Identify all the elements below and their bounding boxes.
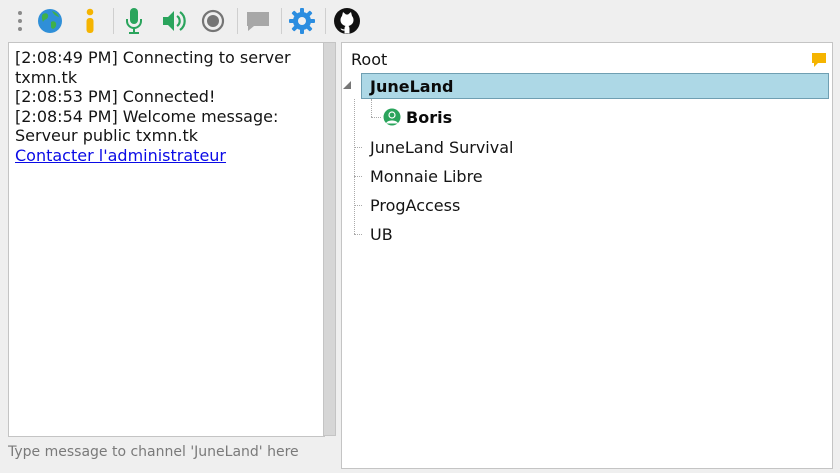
info-icon[interactable]	[76, 7, 104, 35]
speaker-icon[interactable]	[160, 7, 188, 35]
chat-log-panel[interactable]: [2:08:49 PM] Connecting to server txmn.t…	[8, 42, 325, 437]
record-icon[interactable]	[199, 7, 227, 35]
chat-scrollbar[interactable]	[323, 42, 336, 436]
microphone-icon[interactable]	[120, 7, 148, 35]
settings-icon[interactable]	[288, 7, 316, 35]
user-talking-icon	[383, 108, 401, 126]
channel-label: JuneLand	[370, 77, 454, 96]
channel-junelan-survival[interactable]: JuneLand Survival	[370, 138, 513, 157]
globe-icon[interactable]	[36, 7, 64, 35]
chat-line: [2:08:49 PM] Connecting to server txmn.t…	[15, 48, 291, 87]
channel-progaccess[interactable]: ProgAccess	[370, 196, 460, 215]
chat-log: [2:08:49 PM] Connecting to server txmn.t…	[15, 48, 321, 165]
chat-line: [2:08:53 PM] Connected!	[15, 87, 216, 106]
user-boris[interactable]: Boris	[383, 106, 452, 128]
toolbar	[0, 0, 840, 42]
comment-icon[interactable]	[811, 52, 827, 72]
github-icon[interactable]	[333, 7, 361, 35]
channel-ub[interactable]: UB	[370, 225, 393, 244]
message-input[interactable]	[8, 440, 334, 464]
channel-monnaie-libre[interactable]: Monnaie Libre	[370, 167, 483, 186]
contact-admin-link[interactable]: Contacter l'administrateur	[15, 146, 226, 165]
user-name: Boris	[406, 107, 453, 127]
chat-icon[interactable]	[244, 7, 272, 35]
channel-tree: Root JuneLand Boris JuneLand Survival Mo…	[341, 42, 833, 469]
tree-root[interactable]: Root	[351, 50, 387, 69]
chat-line: [2:08:54 PM] Welcome message: Serveur pu…	[15, 106, 279, 146]
channel-junelan-selected[interactable]: JuneLand	[361, 73, 829, 99]
expander-arrow-icon[interactable]	[343, 81, 351, 89]
toolbar-grip-icon[interactable]	[18, 11, 23, 33]
